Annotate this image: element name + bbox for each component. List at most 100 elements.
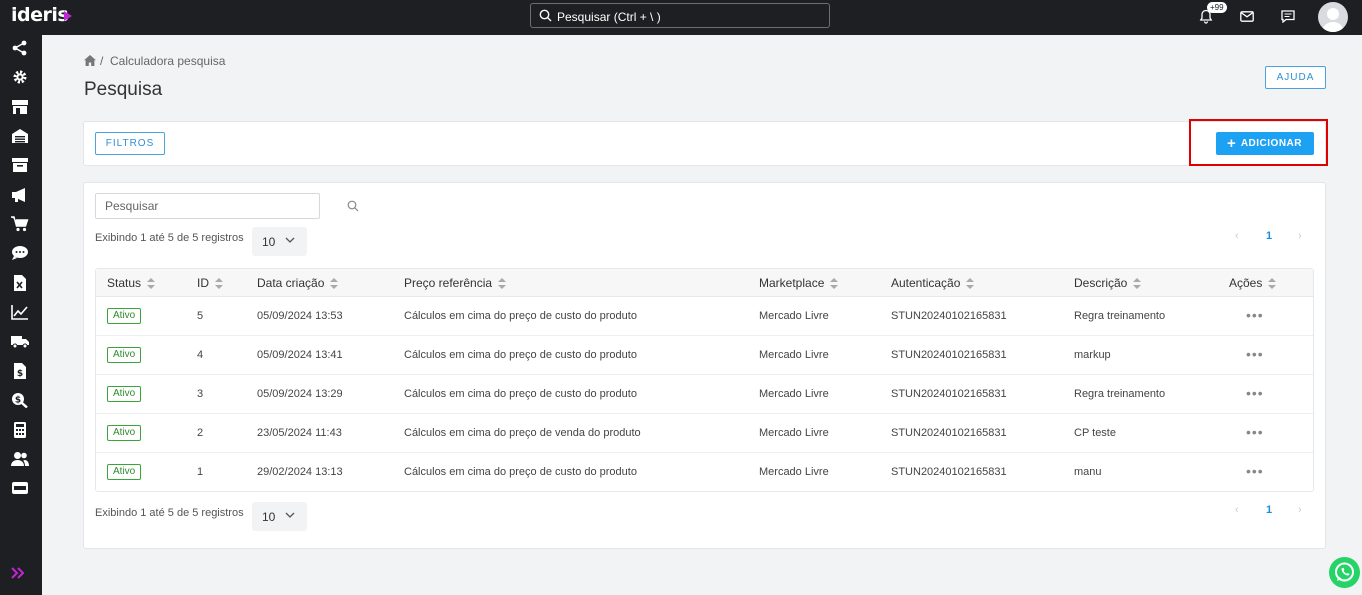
row-actions-button[interactable]: ••• — [1246, 346, 1264, 362]
cell-desc: manu — [1074, 466, 1102, 478]
cell-id: 2 — [197, 427, 204, 439]
users-icon[interactable] — [11, 451, 29, 467]
share-icon[interactable] — [11, 40, 29, 56]
row-actions-button[interactable]: ••• — [1246, 307, 1264, 323]
next-page-button-bottom[interactable]: › — [1298, 504, 1302, 516]
store-icon[interactable] — [11, 99, 29, 115]
page-size-value: 10 — [262, 235, 276, 249]
col-auth[interactable]: Autenticação — [891, 276, 975, 290]
cell-date: 05/09/2024 13:53 — [257, 310, 343, 322]
sort-icon — [330, 278, 339, 290]
col-desc-label: Descrição — [1074, 276, 1128, 290]
sort-icon — [1268, 278, 1277, 290]
global-search-input[interactable]: Pesquisar (Ctrl + \ ) — [530, 3, 830, 28]
breadcrumb-current: Calculadora pesquisa — [110, 54, 226, 68]
col-date[interactable]: Data criação — [257, 276, 339, 290]
col-auth-label: Autenticação — [891, 276, 961, 290]
home-icon[interactable] — [84, 55, 96, 66]
archive-icon[interactable] — [11, 157, 29, 173]
logo-triangle-icon — [64, 11, 72, 21]
col-status-label: Status — [107, 276, 142, 290]
col-status[interactable]: Status — [107, 276, 156, 290]
invoice-icon[interactable]: $ — [11, 363, 29, 379]
next-page-button[interactable]: › — [1298, 230, 1302, 242]
status-badge: Ativo — [107, 347, 142, 363]
prev-page-button[interactable]: ‹ — [1235, 230, 1239, 242]
chevron-down-icon — [285, 512, 295, 518]
table-row: Ativo 3 05/09/2024 13:29 Cálculos em cim… — [96, 375, 1313, 414]
page-size-select[interactable]: 10 — [252, 227, 307, 256]
cell-date: 23/05/2024 11:43 — [257, 427, 342, 439]
status-badge: Ativo — [107, 464, 142, 480]
col-price-ref-label: Preço referência — [404, 276, 493, 290]
cell-price-ref: Cálculos em cima do preço de custo do pr… — [404, 310, 637, 322]
cell-id: 4 — [197, 349, 204, 361]
cell-marketplace: Mercado Livre — [759, 427, 829, 439]
notification-badge: +99 — [1207, 2, 1227, 13]
chevron-down-icon — [285, 237, 295, 243]
chat-icon[interactable] — [1281, 10, 1295, 23]
mail-icon[interactable] — [1240, 11, 1254, 22]
highlight-box — [1189, 119, 1328, 166]
dollar-search-icon[interactable]: $ — [11, 392, 29, 408]
col-desc[interactable]: Descrição — [1074, 276, 1142, 290]
table-row: Ativo 1 29/02/2024 13:13 Cálculos em cim… — [96, 453, 1313, 492]
status-badge: Ativo — [107, 308, 142, 324]
current-page[interactable]: 1 — [1266, 230, 1272, 242]
megaphone-icon[interactable] — [11, 187, 29, 203]
expand-icon[interactable] — [10, 565, 28, 581]
sidebar: $ $ — [0, 35, 42, 595]
records-info: Exibindo 1 até 5 de 5 registros — [95, 232, 244, 244]
chat-bubble-icon[interactable] — [11, 245, 29, 261]
current-page-bottom[interactable]: 1 — [1266, 504, 1272, 516]
sort-icon — [966, 278, 975, 290]
cell-id: 5 — [197, 310, 204, 322]
server-icon[interactable] — [11, 480, 29, 496]
col-actions[interactable]: Ações — [1229, 276, 1277, 290]
warehouse-icon[interactable] — [11, 128, 29, 144]
table-search-input[interactable] — [95, 193, 320, 219]
sort-icon — [215, 278, 223, 290]
records-info-bottom: Exibindo 1 até 5 de 5 registros — [95, 507, 244, 519]
filter-card — [83, 121, 1326, 166]
cell-auth: STUN20240102165831 — [891, 466, 1007, 478]
cell-price-ref: Cálculos em cima do preço de venda do pr… — [404, 427, 641, 439]
avatar[interactable] — [1318, 2, 1348, 32]
cart-icon[interactable] — [11, 216, 29, 232]
sort-icon — [498, 278, 507, 290]
logo[interactable]: ideris — [11, 4, 69, 26]
cell-date: 29/02/2024 13:13 — [257, 466, 343, 478]
calculator-icon[interactable] — [11, 422, 29, 438]
cell-auth: STUN20240102165831 — [891, 310, 1007, 322]
search-icon[interactable] — [347, 200, 359, 212]
row-actions-button[interactable]: ••• — [1246, 385, 1264, 401]
whatsapp-icon — [1335, 562, 1354, 582]
sort-icon — [830, 278, 839, 290]
cell-marketplace: Mercado Livre — [759, 349, 829, 361]
cell-price-ref: Cálculos em cima do preço de custo do pr… — [404, 466, 637, 478]
table-header: Status ID Data criação Preço referência … — [96, 269, 1313, 297]
help-button[interactable]: AJUDA — [1265, 66, 1326, 89]
svg-text:$: $ — [15, 396, 21, 406]
svg-text:$: $ — [17, 369, 23, 379]
whatsapp-button[interactable] — [1329, 557, 1360, 588]
sort-icon — [147, 278, 156, 290]
col-id[interactable]: ID — [197, 276, 223, 290]
col-marketplace[interactable]: Marketplace — [759, 276, 839, 290]
cell-auth: STUN20240102165831 — [891, 349, 1007, 361]
col-actions-label: Ações — [1229, 276, 1263, 290]
truck-icon[interactable] — [11, 333, 29, 349]
cell-date: 05/09/2024 13:41 — [257, 349, 343, 361]
page-size-select-bottom[interactable]: 10 — [252, 502, 307, 531]
filters-button[interactable]: FILTROS — [95, 132, 165, 155]
excel-file-icon[interactable] — [11, 275, 29, 291]
row-actions-button[interactable]: ••• — [1246, 424, 1264, 440]
breadcrumb-separator: / — [100, 54, 104, 68]
gear-icon[interactable] — [11, 69, 29, 85]
cell-auth: STUN20240102165831 — [891, 388, 1007, 400]
chart-line-icon[interactable] — [11, 304, 29, 320]
prev-page-button-bottom[interactable]: ‹ — [1235, 504, 1239, 516]
col-price-ref[interactable]: Preço referência — [404, 276, 507, 290]
row-actions-button[interactable]: ••• — [1246, 463, 1264, 479]
cell-price-ref: Cálculos em cima do preço de custo do pr… — [404, 388, 637, 400]
